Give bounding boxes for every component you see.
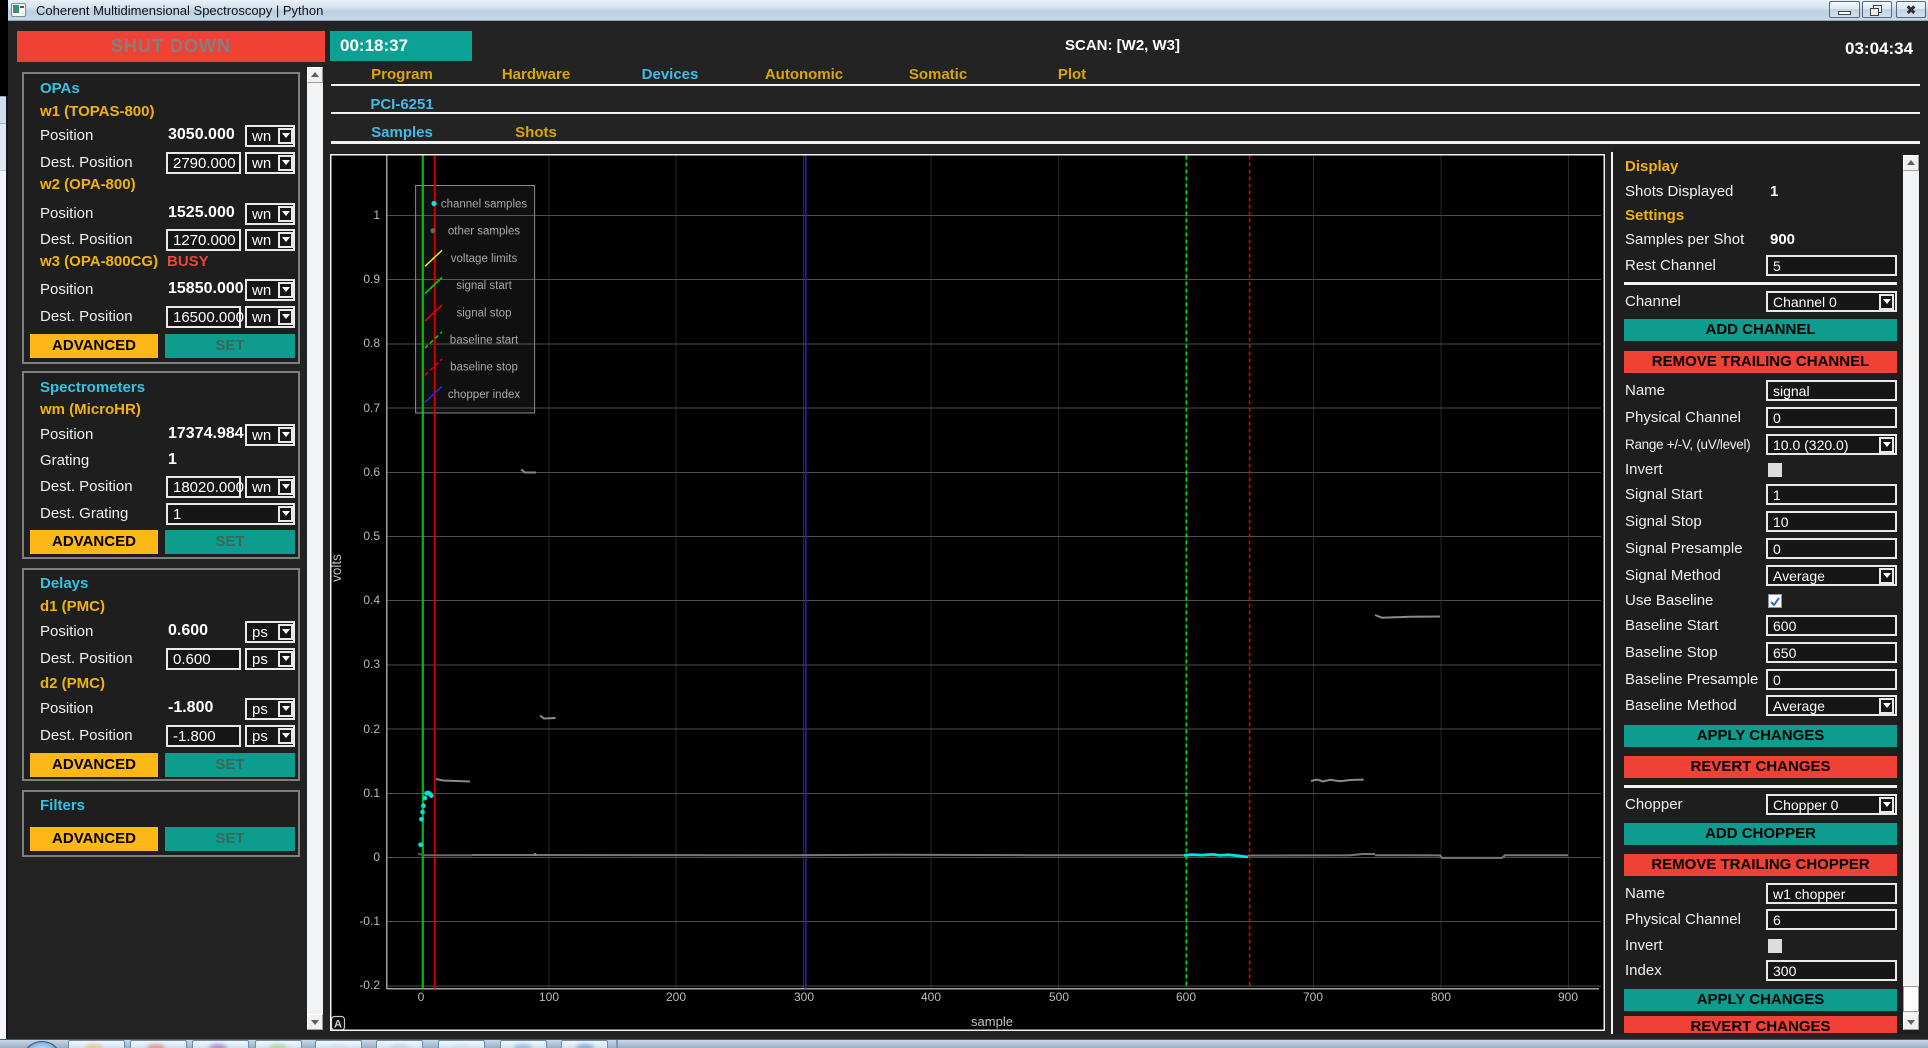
svg-text:-0.1: -0.1	[359, 914, 380, 928]
svg-text:signal stop: signal stop	[457, 308, 512, 320]
svg-text:0.7: 0.7	[363, 401, 380, 415]
svg-text:800: 800	[1431, 990, 1451, 1004]
svg-text:-0.2: -0.2	[359, 978, 380, 992]
svg-text:baseline start: baseline start	[450, 334, 519, 346]
svg-text:0.1: 0.1	[363, 786, 380, 800]
svg-text:600: 600	[1176, 990, 1196, 1004]
svg-text:chopper index: chopper index	[448, 389, 520, 401]
svg-text:signal start: signal start	[456, 280, 512, 292]
svg-text:0.2: 0.2	[363, 722, 380, 736]
svg-text:100: 100	[539, 990, 559, 1004]
svg-text:700: 700	[1303, 990, 1323, 1004]
svg-text:volts: volts	[330, 554, 344, 582]
svg-text:0.4: 0.4	[363, 593, 380, 607]
svg-text:other samples: other samples	[448, 226, 520, 238]
svg-text:400: 400	[921, 990, 941, 1004]
svg-text:baseline stop: baseline stop	[450, 362, 518, 374]
svg-text:200: 200	[666, 990, 686, 1004]
svg-text:0.9: 0.9	[363, 272, 380, 286]
svg-text:0.6: 0.6	[363, 465, 380, 479]
svg-text:A: A	[334, 1019, 342, 1031]
svg-text:0.3: 0.3	[363, 657, 380, 671]
svg-text:sample: sample	[971, 1014, 1013, 1029]
svg-text:voltage limits: voltage limits	[451, 253, 518, 265]
svg-text:channel samples: channel samples	[441, 199, 528, 211]
svg-text:900: 900	[1558, 990, 1578, 1004]
svg-text:1: 1	[373, 208, 380, 222]
svg-text:0.5: 0.5	[363, 529, 380, 543]
svg-text:0: 0	[418, 990, 425, 1004]
svg-text:300: 300	[794, 990, 814, 1004]
svg-text:0: 0	[373, 850, 380, 864]
svg-text:500: 500	[1049, 990, 1069, 1004]
svg-text:0.8: 0.8	[363, 336, 380, 350]
